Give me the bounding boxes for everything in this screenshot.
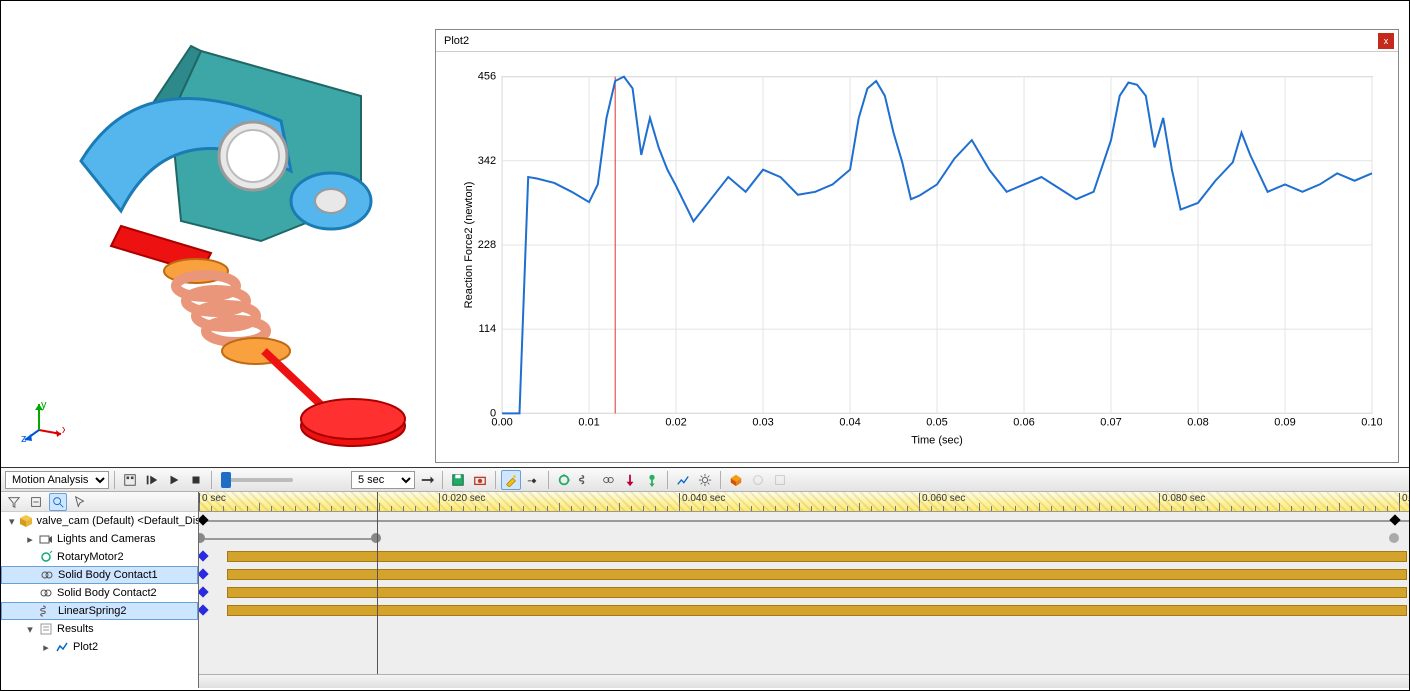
contact-icon bbox=[40, 568, 54, 582]
time-ruler[interactable]: 0 sec0.020 sec0.040 sec0.060 sec0.080 se… bbox=[199, 492, 1409, 512]
track-lights[interactable] bbox=[199, 530, 1409, 548]
svg-text:0.09: 0.09 bbox=[1274, 416, 1295, 428]
svg-text:0.06: 0.06 bbox=[1013, 416, 1034, 428]
sim-setup-icon[interactable] bbox=[748, 470, 768, 490]
svg-text:114: 114 bbox=[479, 323, 497, 335]
plot-title: Plot2 bbox=[440, 35, 1378, 47]
results-icon[interactable] bbox=[673, 470, 693, 490]
play-icon[interactable] bbox=[164, 470, 184, 490]
settings-icon[interactable] bbox=[695, 470, 715, 490]
plot-icon bbox=[55, 640, 69, 654]
plot-titlebar[interactable]: Plot2 x bbox=[436, 30, 1398, 52]
svg-text:228: 228 bbox=[478, 239, 496, 251]
spring-tool-icon[interactable] bbox=[576, 470, 596, 490]
autokey-icon[interactable] bbox=[523, 470, 543, 490]
svg-text:342: 342 bbox=[478, 155, 496, 167]
tree-item-3[interactable]: Solid Body Contact2 bbox=[1, 584, 198, 602]
svg-text:z: z bbox=[21, 433, 27, 444]
svg-text:x: x bbox=[62, 424, 65, 436]
loop-forward-icon[interactable] bbox=[417, 470, 437, 490]
tree-root-label: valve_cam (Default) <Default_Displa bbox=[37, 515, 199, 527]
viewport-3d[interactable]: x y z bbox=[1, 1, 431, 467]
spring-icon bbox=[40, 604, 54, 618]
track-plot[interactable] bbox=[199, 638, 1409, 656]
svg-text:0.01: 0.01 bbox=[578, 416, 599, 428]
tree-item-label: Solid Body Contact1 bbox=[58, 569, 158, 581]
track-spring[interactable] bbox=[199, 602, 1409, 620]
svg-text:Time (sec): Time (sec) bbox=[911, 434, 963, 446]
tree-item-0[interactable]: ▸ Lights and Cameras bbox=[1, 530, 198, 548]
time-label: 0.10 bbox=[1399, 493, 1409, 511]
export-icon[interactable] bbox=[770, 470, 790, 490]
svg-text:0.05: 0.05 bbox=[926, 416, 947, 428]
motor-icon[interactable] bbox=[554, 470, 574, 490]
snapshot-icon[interactable] bbox=[470, 470, 490, 490]
gravity-icon[interactable] bbox=[642, 470, 662, 490]
tree-item-2[interactable]: Solid Body Contact1 bbox=[1, 566, 198, 584]
tree-item-label: Lights and Cameras bbox=[57, 533, 155, 545]
tree-item-label: Solid Body Contact2 bbox=[57, 587, 157, 599]
plot-area[interactable]: 01142283424560.000.010.020.030.040.050.0… bbox=[436, 52, 1398, 462]
svg-text:0.03: 0.03 bbox=[752, 416, 773, 428]
tree-root[interactable]: ▾ valve_cam (Default) <Default_Displa bbox=[1, 512, 198, 530]
results-icon bbox=[39, 622, 53, 636]
svg-text:0.07: 0.07 bbox=[1100, 416, 1121, 428]
playback-slider[interactable] bbox=[221, 478, 293, 482]
study-type-combo[interactable]: Motion Analysis bbox=[5, 471, 109, 489]
tree-item-5[interactable]: ▾ Results bbox=[1, 620, 198, 638]
tree-item-label: Results bbox=[57, 623, 94, 635]
svg-text:0.10: 0.10 bbox=[1361, 416, 1382, 428]
tree-item-label: LinearSpring2 bbox=[58, 605, 127, 617]
playhead[interactable] bbox=[377, 492, 378, 688]
calculate-icon[interactable] bbox=[120, 470, 140, 490]
play-from-start-icon[interactable] bbox=[142, 470, 162, 490]
svg-text:0.02: 0.02 bbox=[665, 416, 686, 428]
expander-icon[interactable]: ▾ bbox=[25, 623, 35, 636]
svg-text:0.00: 0.00 bbox=[491, 416, 512, 428]
track-results[interactable] bbox=[199, 620, 1409, 638]
track-contact2[interactable] bbox=[199, 584, 1409, 602]
tree-toolbar bbox=[1, 492, 198, 512]
time-label: 0 sec bbox=[199, 493, 226, 511]
close-icon[interactable]: x bbox=[1378, 33, 1394, 49]
force-icon[interactable] bbox=[620, 470, 640, 490]
expander-icon[interactable]: ▾ bbox=[9, 515, 15, 528]
timeline-scrollbar[interactable] bbox=[199, 674, 1409, 688]
expander-icon[interactable]: ▸ bbox=[41, 641, 51, 654]
tree-item-1[interactable]: RotaryMotor2 bbox=[1, 548, 198, 566]
svg-text:0.04: 0.04 bbox=[839, 416, 860, 428]
zoom-keys-icon[interactable] bbox=[49, 493, 67, 511]
svg-text:0.08: 0.08 bbox=[1187, 416, 1208, 428]
svg-text:456: 456 bbox=[478, 71, 496, 83]
tree-item-label: Plot2 bbox=[73, 641, 98, 653]
track-motor[interactable] bbox=[199, 548, 1409, 566]
camera-icon bbox=[39, 532, 53, 546]
stop-icon[interactable] bbox=[186, 470, 206, 490]
speed-combo[interactable]: 5 sec bbox=[351, 471, 415, 489]
animation-wizard-icon[interactable] bbox=[501, 470, 521, 490]
timeline[interactable]: 0 sec0.020 sec0.040 sec0.060 sec0.080 se… bbox=[199, 492, 1409, 688]
track-assembly[interactable] bbox=[199, 512, 1409, 530]
tree-item-label: RotaryMotor2 bbox=[57, 551, 124, 563]
expander-icon[interactable]: ▸ bbox=[25, 533, 35, 546]
motion-panel: Motion Analysis 5 sec bbox=[1, 467, 1409, 688]
collapse-icon[interactable] bbox=[27, 493, 45, 511]
track-contact1[interactable] bbox=[199, 566, 1409, 584]
save-animation-icon[interactable] bbox=[448, 470, 468, 490]
plot-window: Plot2 x 01142283424560.000.010.020.030.0… bbox=[435, 29, 1399, 463]
svg-text:Reaction Force2 (newton): Reaction Force2 (newton) bbox=[463, 182, 475, 309]
filter-icon[interactable] bbox=[5, 493, 23, 511]
motion-toolbar: Motion Analysis 5 sec bbox=[1, 468, 1409, 492]
tree-item-6[interactable]: ▸ Plot2 bbox=[1, 638, 198, 656]
assembly-icon bbox=[19, 514, 33, 528]
contact-icon[interactable] bbox=[598, 470, 618, 490]
motion-tree[interactable]: ▾ valve_cam (Default) <Default_Displa ▸ L… bbox=[1, 492, 199, 688]
tree-item-4[interactable]: LinearSpring2 bbox=[1, 602, 198, 620]
motor-icon bbox=[39, 550, 53, 564]
axis-triad: x y z bbox=[21, 400, 65, 447]
select-icon[interactable] bbox=[71, 493, 89, 511]
contact-icon bbox=[39, 586, 53, 600]
svg-text:y: y bbox=[41, 400, 47, 411]
mass-props-icon[interactable] bbox=[726, 470, 746, 490]
